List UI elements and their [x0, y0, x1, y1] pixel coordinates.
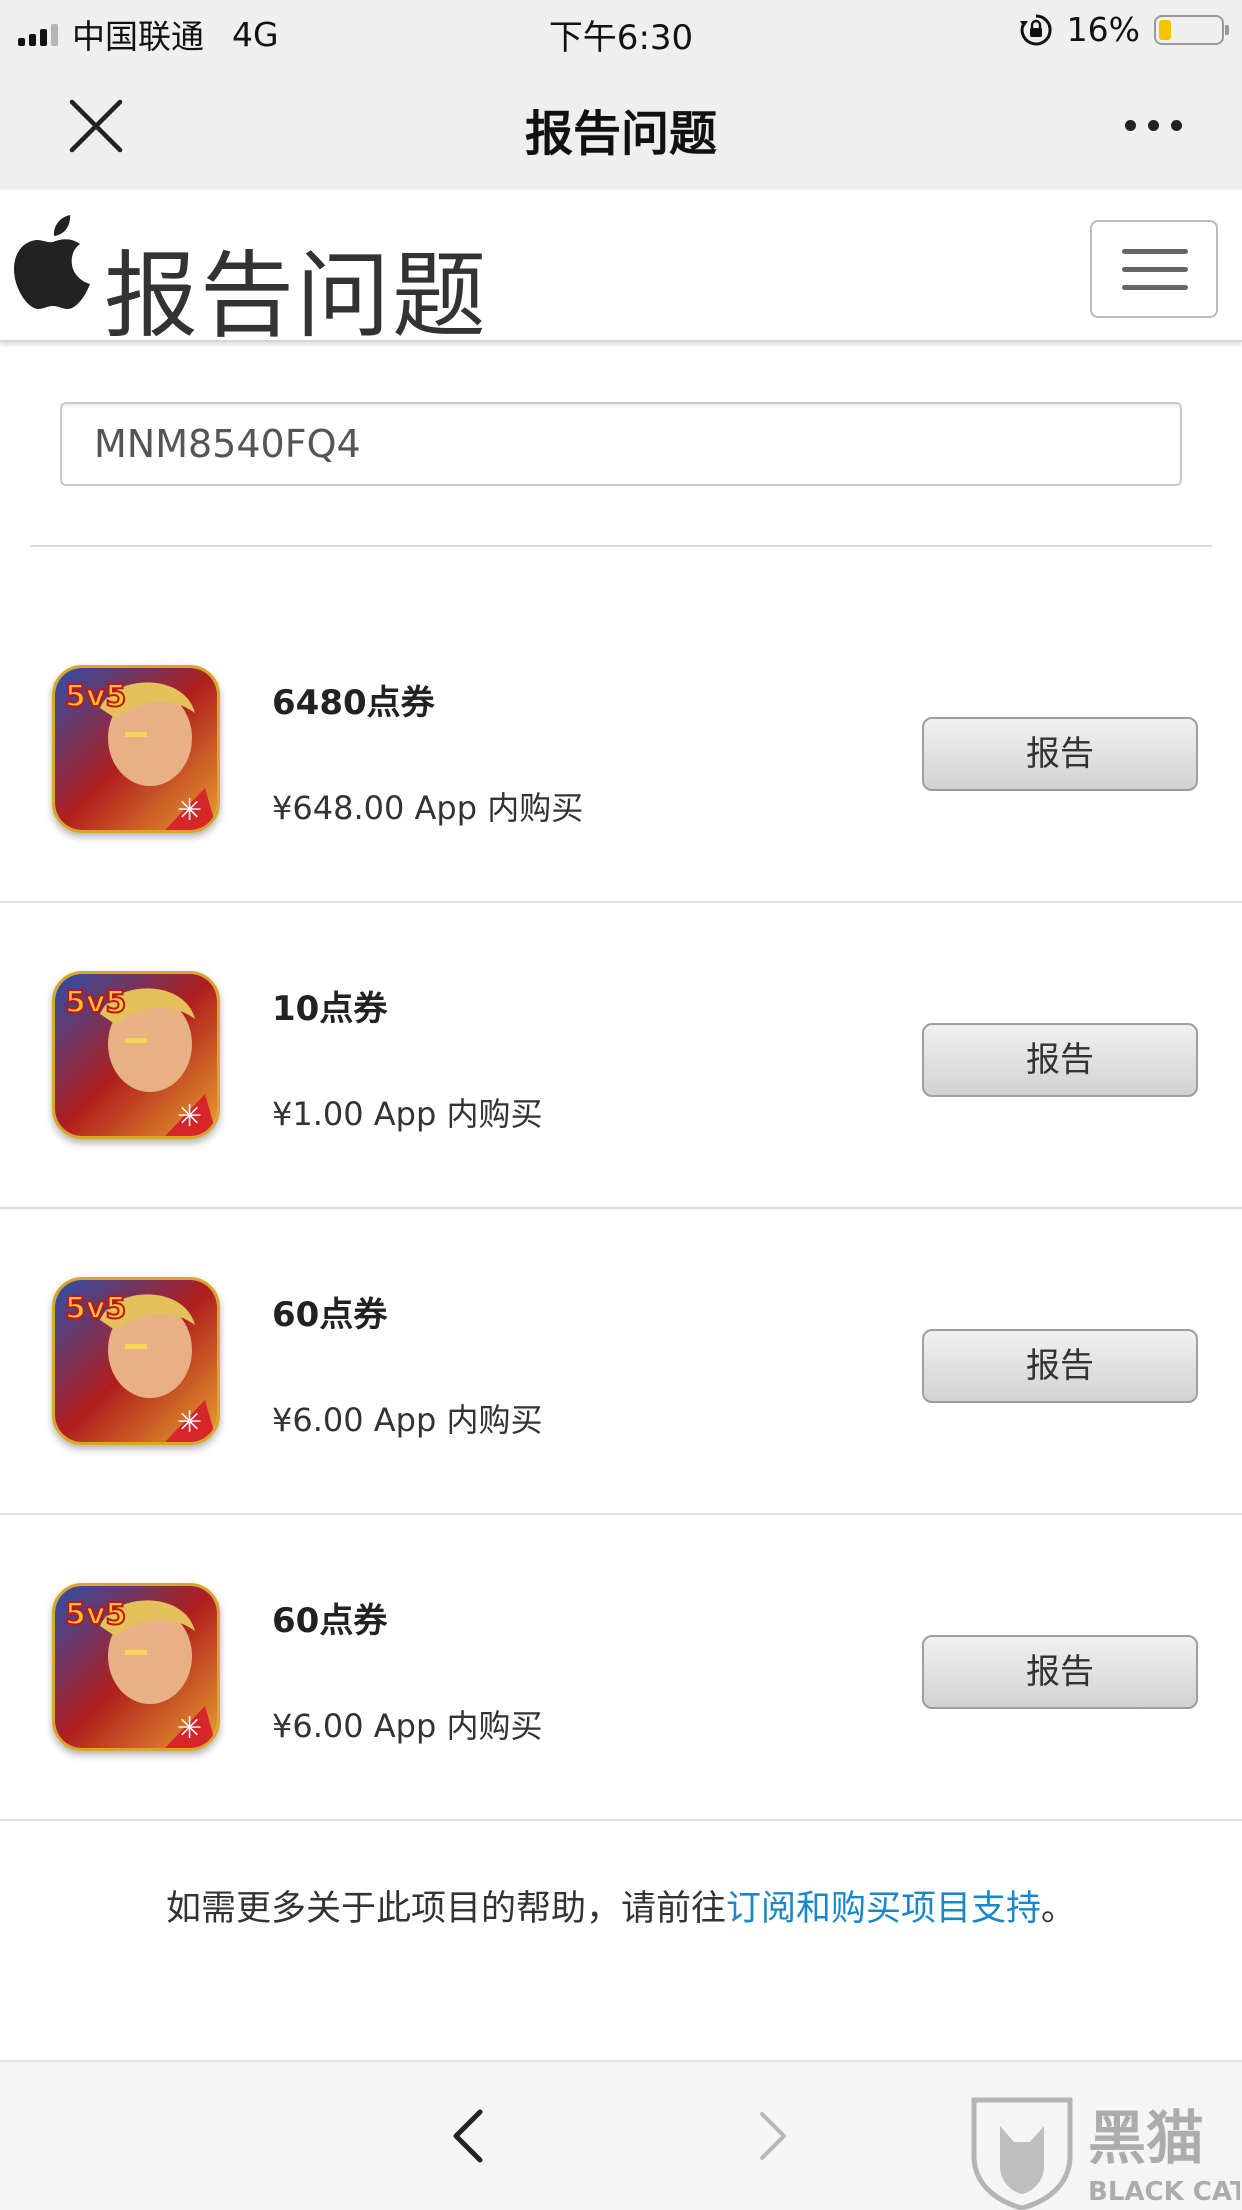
- rotation-lock-icon: [1019, 13, 1052, 45]
- game-app-icon: 5v5 ✳: [52, 1277, 220, 1445]
- status-bar: 中国联通 4G 下午6:30 16%: [0, 0, 1242, 62]
- title-bar: 报告问题: [0, 62, 1242, 190]
- game-app-icon: 5v5 ✳: [52, 1583, 220, 1751]
- watermark-cn: 黑猫: [1088, 2104, 1204, 2172]
- page-title: 报告问题: [524, 106, 717, 162]
- svg-text:5v5: 5v5: [65, 1597, 126, 1632]
- forward-arrow-icon[interactable]: [748, 2106, 798, 2166]
- report-button[interactable]: 报告: [922, 1023, 1198, 1097]
- support-link[interactable]: 订阅和购买项目支持: [726, 1889, 1041, 1929]
- order-id-field[interactable]: MNM8540FQ4: [60, 402, 1182, 486]
- blackcat-watermark-icon: 黑猫 BLACK CAT: [971, 2097, 1240, 2210]
- help-text: 如需更多关于此项目的帮助，请前往订阅和购买项目支持。: [0, 1880, 1242, 1931]
- item-name: 10点券: [272, 989, 388, 1029]
- site-header: 报告问题: [0, 190, 1242, 351]
- watermark-en: BLACK CAT: [1088, 2177, 1240, 2207]
- back-arrow-icon[interactable]: [444, 2106, 494, 2166]
- header-title: 报告问题: [104, 242, 489, 351]
- list-item: 5v5 ✳ 10点券 ¥1.00 App 内购买 报告: [0, 901, 1242, 1209]
- report-button[interactable]: 报告: [922, 1329, 1198, 1403]
- bottom-toolbar: 黑猫 BLACK CAT: [0, 2060, 1242, 2210]
- svg-text:5v5: 5v5: [65, 679, 126, 714]
- apple-logo-icon: [14, 215, 90, 309]
- item-price: ¥1.00 App 内购买: [272, 1095, 543, 1133]
- svg-text:✳: ✳: [177, 1099, 202, 1134]
- battery-icon: [1154, 14, 1229, 45]
- report-button[interactable]: 报告: [922, 1635, 1198, 1709]
- report-button[interactable]: 报告: [922, 717, 1198, 791]
- list-item: 5v5 ✳ 60点券 ¥6.00 App 内购买 报告: [0, 1513, 1242, 1821]
- svg-text:5v5: 5v5: [65, 985, 126, 1020]
- item-price: ¥6.00 App 内购买: [272, 1401, 543, 1439]
- svg-text:✳: ✳: [177, 1405, 202, 1440]
- item-name: 60点券: [272, 1601, 388, 1641]
- list-item: 5v5 ✳ 6480点券 ¥648.00 App 内购买 报告: [0, 595, 1242, 903]
- hamburger-icon: [1122, 249, 1188, 254]
- help-suffix: 。: [1041, 1889, 1077, 1929]
- divider: [30, 545, 1212, 547]
- more-icon[interactable]: [1125, 120, 1182, 131]
- menu-button[interactable]: [1090, 220, 1218, 318]
- help-prefix: 如需更多关于此项目的帮助，请前往: [165, 1889, 726, 1929]
- item-name: 6480点券: [272, 683, 435, 723]
- svg-text:✳: ✳: [177, 1711, 202, 1746]
- list-item: 5v5 ✳ 60点券 ¥6.00 App 内购买 报告: [0, 1207, 1242, 1515]
- game-app-icon: 5v5 ✳: [52, 665, 220, 833]
- game-app-icon: 5v5 ✳: [52, 971, 220, 1139]
- status-right: 16%: [1019, 10, 1229, 49]
- battery-percent: 16%: [1066, 10, 1140, 49]
- svg-text:5v5: 5v5: [65, 1291, 126, 1326]
- item-price: ¥6.00 App 内购买: [272, 1707, 543, 1745]
- item-name: 60点券: [272, 1295, 388, 1335]
- item-price: ¥648.00 App 内购买: [272, 789, 584, 827]
- svg-text:✳: ✳: [177, 793, 202, 828]
